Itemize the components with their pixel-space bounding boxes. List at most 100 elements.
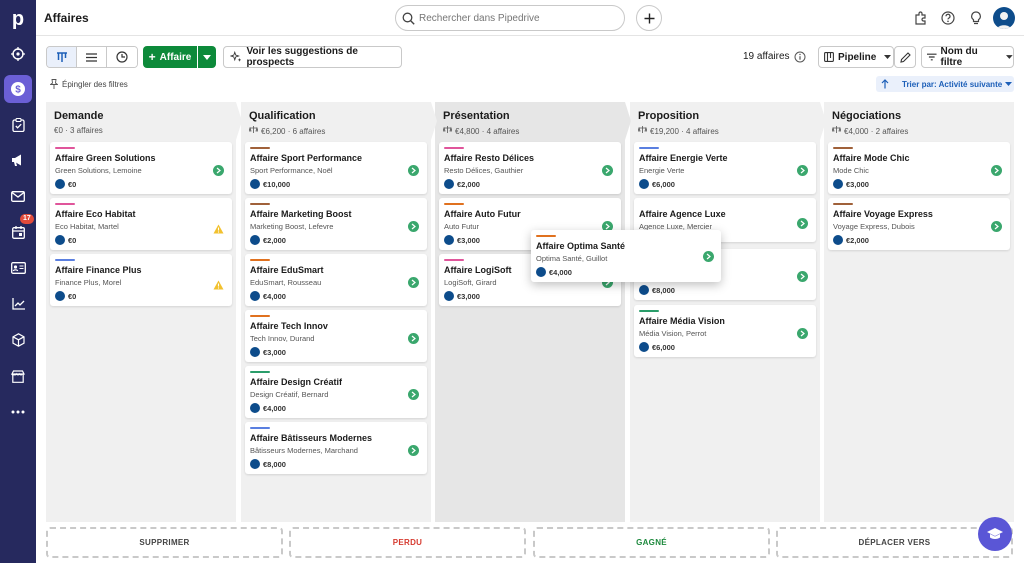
- card-color-bar: [250, 427, 270, 429]
- card-color-bar: [55, 147, 75, 149]
- card-footer: €6,000: [639, 179, 675, 189]
- view-switcher: [46, 46, 138, 68]
- card-footer: €4,000: [250, 291, 286, 301]
- drop-zone-delete[interactable]: SUPPRIMER: [46, 527, 283, 558]
- megaphone-icon[interactable]: [4, 146, 32, 174]
- card-value: €3,000: [457, 235, 480, 245]
- card-subtitle: Green Solutions, Lemoine: [55, 166, 142, 175]
- warning-icon[interactable]: [213, 221, 224, 234]
- weighing-scale-icon: [637, 126, 648, 136]
- column-header: Qualification €6,200 · 6 affaires: [241, 102, 431, 140]
- next-activity-icon[interactable]: [797, 218, 808, 229]
- next-activity-icon[interactable]: [408, 389, 419, 400]
- next-activity-icon[interactable]: [408, 445, 419, 456]
- more-dots-icon[interactable]: [4, 398, 32, 426]
- next-activity-icon[interactable]: [602, 165, 613, 176]
- mail-icon[interactable]: [4, 182, 32, 210]
- academy-help-button[interactable]: [978, 517, 1012, 551]
- next-activity-icon[interactable]: [991, 221, 1002, 232]
- clipboard-icon[interactable]: [4, 111, 32, 139]
- add-deal-dropdown[interactable]: [198, 46, 216, 68]
- pipeline-column: Demande €0 · 3 affaires Affaire Green Solu…: [46, 102, 242, 522]
- deal-card[interactable]: Affaire Mode Chic Mode Chic €3,000: [828, 142, 1010, 194]
- quick-add-button[interactable]: [636, 5, 662, 31]
- next-activity-icon[interactable]: [408, 333, 419, 344]
- drop-zone-won[interactable]: GAGNÉ: [533, 527, 770, 558]
- info-icon[interactable]: [794, 50, 806, 68]
- chevron-down-icon: [1006, 55, 1013, 59]
- drop-zone-lost[interactable]: PERDU: [289, 527, 526, 558]
- kanban-view-icon[interactable]: [47, 47, 77, 67]
- owner-avatar: [444, 291, 454, 301]
- owner-avatar: [250, 291, 260, 301]
- owner-avatar: [55, 291, 65, 301]
- insights-chart-icon[interactable]: [4, 290, 32, 318]
- deal-card[interactable]: Affaire Tech Innov Tech Innov, Durand €3,0…: [245, 310, 427, 362]
- forecast-view-icon[interactable]: [107, 47, 137, 67]
- deal-card[interactable]: Affaire Finance Plus Finance Plus, Morel €…: [50, 254, 232, 306]
- card-title: Affaire Agence Luxe: [639, 209, 726, 219]
- next-activity-icon[interactable]: [797, 271, 808, 282]
- deal-card[interactable]: Affaire Energie Verte Energie Verte €6,000: [634, 142, 816, 194]
- lightbulb-icon[interactable]: [967, 9, 985, 27]
- search-input[interactable]: [419, 12, 599, 24]
- search-box[interactable]: [395, 5, 625, 31]
- contacts-card-icon[interactable]: [4, 254, 32, 282]
- card-footer: €2,000: [444, 179, 480, 189]
- card-subtitle: Finance Plus, Morel: [55, 278, 122, 287]
- card-value: €0: [68, 291, 77, 301]
- owner-avatar: [536, 267, 546, 277]
- card-subtitle: Eco Habitat, Martel: [55, 222, 119, 231]
- filter-selector[interactable]: Nom du filtre: [921, 46, 1014, 68]
- deals-dollar-icon[interactable]: $: [4, 75, 32, 103]
- notification-badge: 17: [20, 214, 34, 224]
- next-activity-icon[interactable]: [408, 165, 419, 176]
- card-value: €3,000: [263, 347, 286, 357]
- card-color-bar: [444, 203, 464, 205]
- toolbar: + Affaire Voir les suggestions de prospec…: [36, 36, 1024, 98]
- owner-avatar: [833, 235, 843, 245]
- owner-avatar: [639, 285, 649, 295]
- next-activity-icon[interactable]: [797, 165, 808, 176]
- deal-card[interactable]: Affaire Média Vision Média Vision, Perrot…: [634, 305, 816, 357]
- deal-card[interactable]: Affaire Sport Performance Sport Performan…: [245, 142, 427, 194]
- deal-card[interactable]: Affaire Voyage Express Voyage Express, Du…: [828, 198, 1010, 250]
- marketplace-store-icon[interactable]: [4, 362, 32, 390]
- deal-card[interactable]: Affaire Bâtisseurs Modernes Bâtisseurs Mo…: [245, 422, 427, 474]
- next-activity-icon[interactable]: [991, 165, 1002, 176]
- card-footer: €3,000: [833, 179, 869, 189]
- deal-card[interactable]: Affaire Green Solutions Green Solutions, …: [50, 142, 232, 194]
- deal-card[interactable]: Affaire Resto Délices Resto Délices, Gaut…: [439, 142, 621, 194]
- deal-card[interactable]: Affaire Eco Habitat Eco Habitat, Martel €0: [50, 198, 232, 250]
- pipeline-selector[interactable]: Pipeline: [818, 46, 894, 68]
- dragged-deal-card[interactable]: Affaire Optima Santé Optima Santé, Guill…: [531, 230, 721, 282]
- pipedrive-logo[interactable]: p: [4, 6, 32, 32]
- next-activity-icon[interactable]: [408, 221, 419, 232]
- add-deal-button[interactable]: + Affaire: [143, 46, 197, 68]
- products-box-icon[interactable]: [4, 326, 32, 354]
- card-title: Affaire Bâtisseurs Modernes: [250, 433, 373, 443]
- edit-pipeline-button[interactable]: [894, 46, 916, 68]
- pin-filters[interactable]: Épingler des filtres: [50, 79, 128, 89]
- warning-icon[interactable]: [213, 277, 224, 290]
- next-activity-icon[interactable]: [797, 328, 808, 339]
- sort-selector[interactable]: Trier par: Activité suivante: [876, 76, 1014, 92]
- card-value: €10,000: [263, 179, 291, 189]
- card-title: Affaire Green Solutions: [55, 153, 156, 163]
- user-avatar[interactable]: [993, 7, 1015, 29]
- list-view-icon[interactable]: [77, 47, 107, 67]
- prospect-suggestions-button[interactable]: Voir les suggestions de prospects: [223, 46, 402, 68]
- next-activity-icon[interactable]: [213, 165, 224, 176]
- target-icon[interactable]: [4, 40, 32, 68]
- deal-card[interactable]: Affaire Marketing Boost Marketing Boost, …: [245, 198, 427, 250]
- column-title: Qualification: [249, 110, 316, 122]
- next-activity-icon[interactable]: [703, 251, 714, 262]
- card-subtitle: LogiSoft, Girard: [444, 278, 497, 287]
- card-color-bar: [444, 259, 464, 261]
- deal-card[interactable]: Affaire EduSmart EduSmart, Rousseau €4,000: [245, 254, 427, 306]
- next-activity-icon[interactable]: [408, 277, 419, 288]
- owner-avatar: [250, 347, 260, 357]
- deal-card[interactable]: Affaire Design Créatif Design Créatif, Be…: [245, 366, 427, 418]
- extensions-puzzle-icon[interactable]: [912, 9, 930, 27]
- help-question-icon[interactable]: [939, 9, 957, 27]
